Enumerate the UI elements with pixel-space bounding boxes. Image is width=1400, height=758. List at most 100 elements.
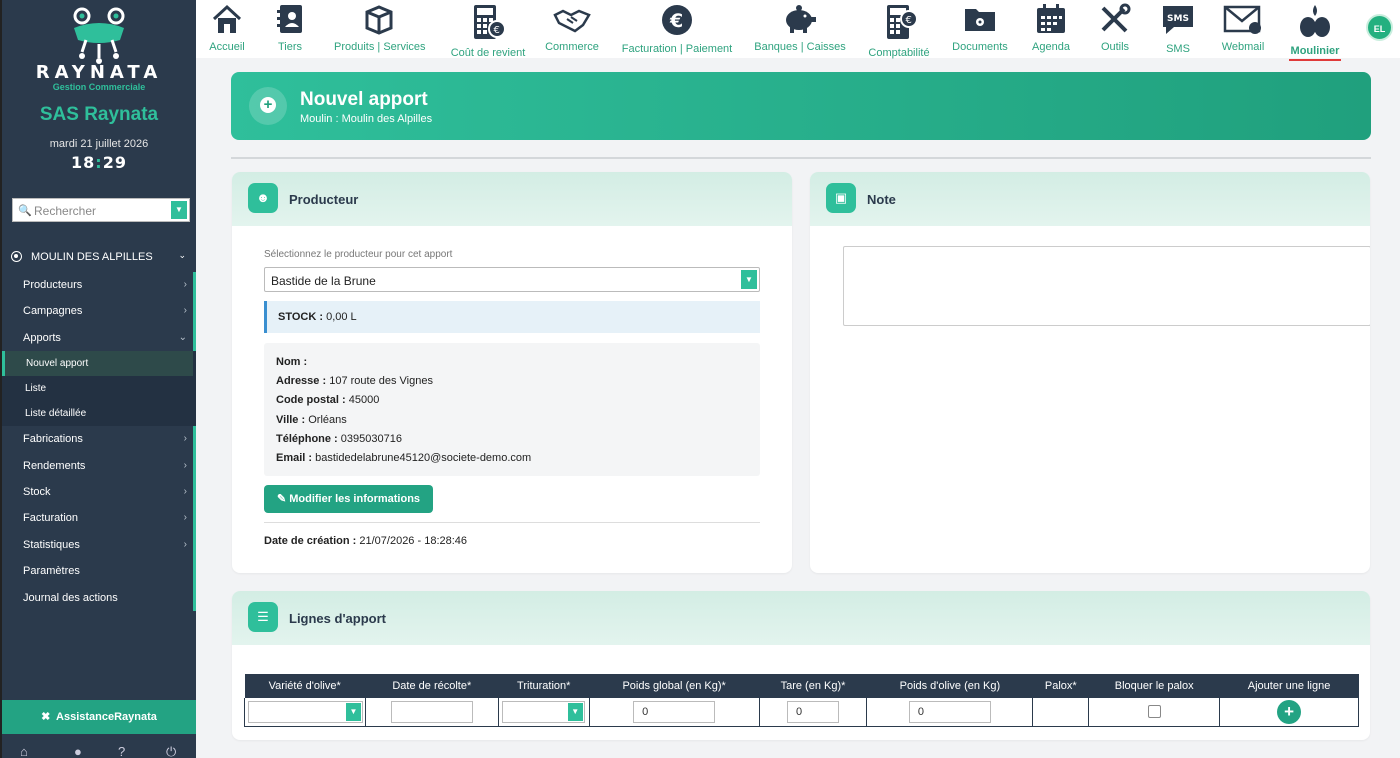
- edit-info-button[interactable]: ✎ Modifier les informations: [264, 485, 433, 513]
- trituration-select[interactable]: ▼: [501, 701, 585, 723]
- cell-tare: 0: [758, 698, 868, 727]
- nav-label: Tiers: [277, 41, 303, 53]
- sidebar-section-label: MOULIN DES ALPILLES: [31, 251, 153, 263]
- search-dropdown-button[interactable]: ▼: [171, 201, 187, 219]
- nav-documents[interactable]: Documents: [952, 0, 1008, 58]
- chevron-right-icon: ›: [183, 279, 187, 290]
- cell-ajouter: +: [1219, 698, 1359, 727]
- harvest-date-input[interactable]: [390, 700, 473, 723]
- piggy-bank-icon: [786, 5, 816, 33]
- card-title: Lignes d'apport: [289, 611, 386, 626]
- nav-label: Accueil: [209, 41, 245, 53]
- sidebar-item-parametres[interactable]: Paramètres: [2, 558, 196, 585]
- lock-palox-checkbox[interactable]: [1147, 705, 1161, 719]
- folder-icon: [965, 9, 995, 31]
- sidebar-subitem-liste-detaillee[interactable]: Liste détaillée: [2, 401, 196, 427]
- time-hours: 18: [71, 153, 96, 172]
- sidebar-item-producteurs[interactable]: Producteurs ›: [2, 272, 196, 299]
- home-icon[interactable]: ⌂: [20, 744, 28, 758]
- cp-value: 45000: [348, 394, 380, 407]
- chevron-down-icon[interactable]: ▼: [346, 703, 361, 721]
- svg-text:€: €: [494, 25, 500, 36]
- sidebar-item-label: Producteurs: [23, 279, 83, 291]
- nav-moulinier[interactable]: Moulinier: [1289, 0, 1341, 61]
- adresse-label: Adresse :: [276, 375, 327, 388]
- nav-label: Moulinier: [1289, 45, 1341, 61]
- variety-select[interactable]: ▼: [248, 701, 363, 723]
- mail-icon: [1223, 5, 1261, 34]
- nav-agenda[interactable]: Agenda: [1032, 0, 1070, 58]
- sidebar-menu: Producteurs › Campagnes › Apports ⌄ Nouvel …: [2, 272, 196, 611]
- olive-icon: [1300, 5, 1330, 37]
- power-icon[interactable]: ⏻: [166, 744, 176, 758]
- nav-banques[interactable]: Banques | Caisses: [754, 0, 846, 58]
- search-input[interactable]: 🔍 Rechercher ▼: [12, 198, 190, 222]
- sidebar-item-label: Campagnes: [23, 305, 83, 318]
- raynata-logo-icon: [73, 7, 125, 64]
- search-icon: 🔍: [18, 205, 32, 217]
- chevron-down-icon[interactable]: ▼: [567, 703, 583, 721]
- nav-comptabilite[interactable]: € Comptabilité: [868, 0, 930, 59]
- help-icon[interactable]: ?: [118, 744, 125, 758]
- nav-label: SMS: [1166, 43, 1190, 55]
- page-title: Nouvel apport: [300, 89, 428, 110]
- sidebar-item-fabrications[interactable]: Fabrications ›: [2, 426, 196, 453]
- euro-icon: €: [662, 5, 692, 35]
- sidebar-item-stock[interactable]: Stock ›: [2, 478, 196, 506]
- sidebar-section-header[interactable]: MOULIN DES ALPILLES ⌄: [2, 250, 196, 266]
- nav-cout-revient[interactable]: € Coût de revient: [448, 0, 528, 59]
- accounting-icon: €: [887, 5, 918, 39]
- column-header: Poids d'olive (en Kg): [866, 674, 1034, 698]
- creation-date: Date de création : 21/07/2026 - 18:28:46: [264, 535, 467, 547]
- sidebar-item-campagnes[interactable]: Campagnes ›: [2, 298, 196, 325]
- gross-weight-input[interactable]: 0: [633, 700, 716, 723]
- chevron-right-icon: ›: [183, 305, 187, 317]
- nom-label: Nom :: [276, 356, 308, 368]
- chevron-down-icon[interactable]: ▼: [741, 270, 757, 289]
- plus-circle-icon: [249, 87, 287, 125]
- sidebar-item-facturation[interactable]: Facturation ›: [2, 505, 196, 532]
- nav-facturation[interactable]: € Facturation | Paiement: [621, 0, 733, 58]
- nav-label: Facturation | Paiement: [621, 43, 733, 55]
- nav-accueil[interactable]: Accueil: [209, 0, 245, 58]
- column-header: Variété d'olive*: [244, 674, 366, 698]
- sidebar-item-rendements[interactable]: Rendements ›: [2, 452, 196, 479]
- nav-commerce[interactable]: Commerce: [544, 0, 600, 58]
- nav-sms[interactable]: SMS SMS: [1158, 0, 1198, 58]
- svg-text:€: €: [669, 10, 683, 32]
- user-icon[interactable]: ●: [74, 744, 82, 758]
- chevron-down-icon: ⌄: [178, 331, 187, 343]
- nav-produits[interactable]: Produits | Services: [334, 0, 426, 58]
- calculator-icon: €: [474, 5, 505, 39]
- created-label: Date de création :: [264, 535, 357, 547]
- sidebar-item-apports[interactable]: Apports ⌄: [2, 324, 196, 352]
- sidebar-item-label: Rendements: [23, 459, 86, 472]
- sidebar-item-label: Liste détaillée: [25, 408, 87, 420]
- add-line-button[interactable]: +: [1277, 699, 1302, 724]
- olive-weight-input[interactable]: 0: [908, 700, 991, 723]
- nav-label: Produits | Services: [334, 41, 426, 53]
- handshake-icon: [553, 9, 591, 33]
- stock-value: 0,00 L: [326, 311, 357, 323]
- assistance-button[interactable]: ✖ AssistanceRaynata: [2, 700, 196, 734]
- sidebar-subitem-nouvel-apport[interactable]: Nouvel apport: [2, 351, 196, 377]
- producer-select[interactable]: Bastide de la Brune ▼: [264, 267, 760, 292]
- sidebar-item-label: Apports: [23, 331, 61, 344]
- email-value: bastidedelabrune45120@societe-demo.com: [315, 451, 532, 464]
- cell-date: [364, 698, 499, 727]
- nav-label: Banques | Caisses: [754, 41, 846, 53]
- sidebar-item-journal[interactable]: Journal des actions: [2, 584, 196, 611]
- sidebar-subitem-liste[interactable]: Liste: [2, 376, 196, 402]
- tools-icon: [1101, 3, 1131, 33]
- nav-outils[interactable]: Outils: [1098, 0, 1132, 58]
- nav-label: Agenda: [1032, 41, 1070, 53]
- nav-webmail[interactable]: Webmail: [1220, 0, 1266, 58]
- note-textarea[interactable]: [843, 246, 1370, 326]
- column-header: Palox*: [1032, 674, 1090, 698]
- sidebar: RAYNATA Gestion Commerciale SAS Raynata …: [0, 0, 196, 758]
- sidebar-item-statistiques[interactable]: Statistiques ›: [2, 531, 196, 559]
- tare-input[interactable]: 0: [787, 700, 839, 723]
- nav-tiers[interactable]: Tiers: [274, 0, 306, 58]
- cell-trituration: ▼: [497, 698, 590, 727]
- user-avatar[interactable]: EL: [1366, 14, 1393, 41]
